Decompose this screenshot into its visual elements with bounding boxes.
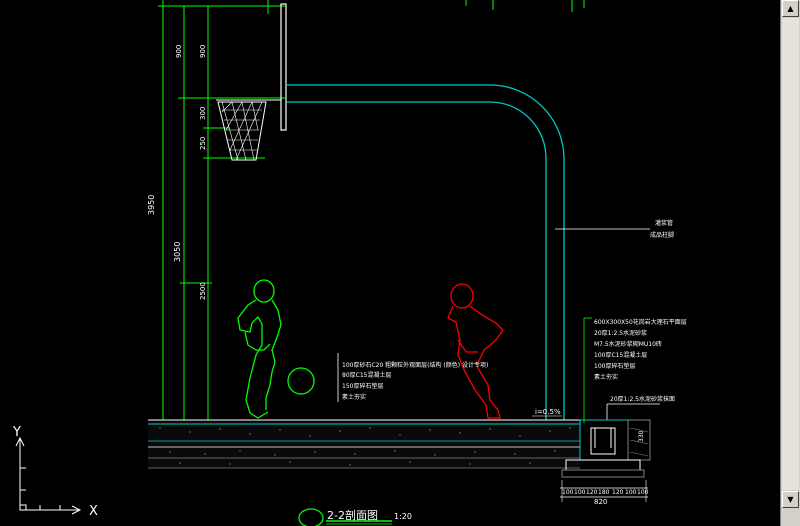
right-layer-2: 20厚1:2.5水泥砂浆 [594, 329, 647, 337]
dim-330: 330 [638, 430, 645, 442]
left-layer-annotations: 100厚砂石C20 粗颗粒外观面层(结构 (颜色) 设计专项) 80厚C15混凝… [337, 353, 488, 402]
bottom-dim-1: 100 [562, 489, 574, 496]
bottom-dim-6: 100 [625, 489, 637, 496]
pole-label-1: 灌浆管 [655, 219, 673, 227]
scroll-down-button[interactable]: ▼ [782, 491, 799, 508]
resize-corner [782, 509, 799, 526]
dim-2500: 2500 [199, 282, 207, 300]
dim-3050: 3050 [173, 242, 182, 262]
bottom-dim-5: 120 [612, 489, 624, 496]
top-fragments [162, 0, 585, 14]
figure-red [447, 283, 504, 419]
bottom-right-annotation: 20厚1:2.5水泥砂浆抹面 330 [606, 395, 675, 442]
bottom-right-label: 20厚1:2.5水泥砂浆抹面 [610, 395, 675, 403]
cad-drawing: 3950 3050 900 900 300 250 2500 灌浆管 成品柱脚 [12, 0, 687, 526]
dim-250: 250 [199, 137, 207, 150]
dim-3950: 3950 [147, 195, 156, 215]
left-layer-4: 素土夯实 [342, 393, 366, 401]
right-layer-5: 100厚碎石垫层 [594, 362, 635, 370]
pole-label-2: 成品柱脚 [650, 231, 674, 239]
bottom-dim-2: 100 [574, 489, 586, 496]
right-layer-1: 600X300X50花岗岩大理石平面层 [594, 318, 687, 326]
ucs-y-label: Y [12, 425, 21, 440]
section-scale: 1:20 [394, 512, 412, 521]
left-layer-2: 80厚C15混凝土层 [342, 371, 391, 379]
right-layer-6: 素土夯实 [594, 373, 618, 381]
left-layer-1: 100厚砂石C20 粗颗粒外观面层(结构 (颜色) 设计专项) [342, 361, 488, 369]
bottom-dim-4: 180 [598, 489, 610, 496]
backboard [280, 3, 287, 131]
ucs-x-label: X [89, 504, 98, 519]
scroll-up-button[interactable]: ▲ [782, 0, 799, 17]
bottom-dim-7: 100 [637, 489, 649, 496]
right-layer-4: 100厚C15混凝土层 [594, 351, 647, 359]
basketball-hoop [216, 99, 281, 161]
drawing-viewport[interactable]: 3950 3050 900 900 300 250 2500 灌浆管 成品柱脚 [0, 0, 780, 526]
dim-900-b: 900 [199, 45, 207, 58]
ucs-icon [15, 436, 82, 515]
dimension-lines-left [158, 5, 285, 421]
ground-section [148, 419, 580, 469]
figure-boy-green [237, 279, 315, 419]
slope-label: i=0.5% [535, 408, 561, 416]
right-layer-annotations: 600X300X50花岗岩大理石平面层 20厚1:2.5水泥砂浆 M7.5水泥砂… [583, 317, 687, 423]
dim-300: 300 [199, 107, 207, 120]
left-layer-3: 150厚碎石垫层 [342, 382, 383, 390]
section-title-text: 2-2剖面图 [327, 508, 378, 522]
pole-annotation: 灌浆管 成品柱脚 [555, 219, 674, 239]
scroll-track[interactable] [782, 18, 799, 490]
bottom-dim-total: 820 [594, 498, 607, 506]
bottom-dim-3: 120 [586, 489, 598, 496]
slope-annotation: i=0.5% [532, 408, 562, 417]
bottom-dimensions: 100 100 120 180 120 100 100 820 [560, 480, 649, 506]
goal-pole [286, 84, 565, 420]
right-layer-3: M7.5水泥砂浆砌MU10砖 [594, 340, 662, 348]
dim-900-a: 900 [175, 45, 183, 58]
vertical-scrollbar[interactable]: ▲ ▼ [780, 0, 800, 526]
section-title: 2-2剖面图 1:20 [298, 508, 412, 526]
